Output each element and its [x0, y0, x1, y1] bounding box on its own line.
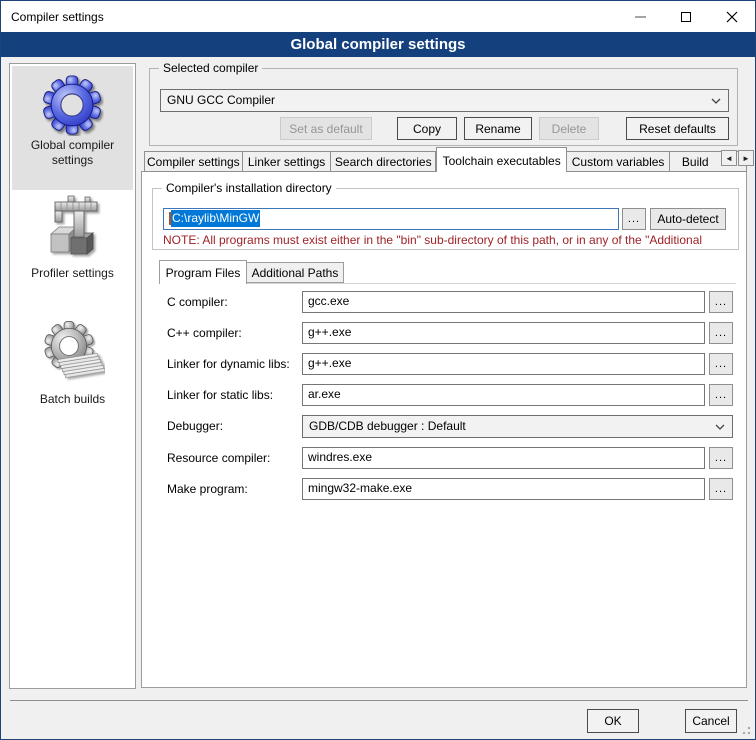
close-button[interactable]	[709, 1, 755, 32]
tab-scroll-left-icon[interactable]: ◄	[721, 150, 737, 166]
footer-divider	[10, 700, 748, 701]
copy-button[interactable]: Copy	[397, 117, 457, 140]
settings-tabstrip: Compiler settings Linker settings Search…	[144, 146, 747, 172]
cpp-compiler-browse-button[interactable]: ...	[709, 322, 733, 344]
compiler-combobox-value: GNU GCC Compiler	[167, 93, 275, 107]
c-compiler-label: C compiler:	[167, 295, 228, 309]
blue-gear-icon	[42, 74, 104, 136]
set-as-default-button[interactable]: Set as default	[280, 117, 372, 140]
sidebar-item-global-compiler-settings[interactable]: Global compiler settings	[12, 66, 133, 190]
make-program-label: Make program:	[167, 482, 248, 496]
tab-scroll-buttons: ◄ ►	[720, 150, 754, 166]
make-program-browse-button[interactable]: ...	[709, 478, 733, 500]
linker-static-input[interactable]: ar.exe	[302, 384, 705, 406]
sidebar-item-profiler-settings[interactable]: Profiler settings	[12, 192, 133, 292]
dialog-header: Global compiler settings	[1, 32, 755, 57]
minimize-button[interactable]	[617, 1, 663, 32]
selected-compiler-legend: Selected compiler	[159, 61, 262, 75]
sidebar-item-label: Batch builds	[12, 392, 133, 407]
resource-compiler-browse-button[interactable]: ...	[709, 447, 733, 469]
resource-compiler-label: Resource compiler:	[167, 451, 270, 465]
gray-gear-papers-icon	[41, 318, 105, 392]
toolchain-executables-panel: Compiler's installation directory C:\ray…	[141, 171, 747, 688]
program-files-tabstrip: Program Files Additional Paths	[159, 260, 736, 284]
maximize-icon	[681, 12, 691, 22]
installation-directory-group: Compiler's installation directory C:\ray…	[152, 188, 739, 250]
window-controls	[617, 1, 755, 32]
reset-defaults-button[interactable]: Reset defaults	[626, 117, 729, 140]
linker-dynamic-input[interactable]: g++.exe	[302, 353, 705, 375]
installation-directory-browse-button[interactable]: ...	[622, 208, 646, 230]
sidebar-item-batch-builds[interactable]: Batch builds	[12, 316, 133, 418]
installation-directory-input[interactable]: C:\raylib\MinGW	[163, 208, 619, 230]
cpp-compiler-input[interactable]: g++.exe	[302, 322, 705, 344]
tab-scroll-right-icon[interactable]: ►	[738, 150, 754, 166]
titlebar: Compiler settings	[1, 1, 755, 32]
sidebar-item-label: Global compiler settings	[12, 138, 133, 168]
settings-sidebar: Global compiler settings	[9, 63, 136, 689]
compiler-settings-window: Compiler settings Global compiler settin…	[0, 0, 756, 740]
tab-linker-settings[interactable]: Linker settings	[243, 151, 332, 172]
cancel-button[interactable]: Cancel	[685, 709, 737, 733]
linker-dynamic-browse-button[interactable]: ...	[709, 353, 733, 375]
tab-compiler-settings[interactable]: Compiler settings	[144, 151, 243, 172]
c-compiler-browse-button[interactable]: ...	[709, 291, 733, 313]
auto-detect-button[interactable]: Auto-detect	[650, 208, 726, 230]
resource-compiler-input[interactable]: windres.exe	[302, 447, 705, 469]
minimize-icon	[635, 16, 646, 18]
debugger-combobox[interactable]: GDB/CDB debugger : Default	[302, 415, 733, 438]
window-title: Compiler settings	[1, 10, 617, 24]
tab-toolchain-executables[interactable]: Toolchain executables	[436, 147, 567, 172]
installation-directory-legend: Compiler's installation directory	[162, 181, 336, 195]
make-program-input[interactable]: mingw32-make.exe	[302, 478, 705, 500]
chevron-down-icon	[711, 98, 721, 104]
debugger-label: Debugger:	[167, 419, 223, 433]
rename-button[interactable]: Rename	[464, 117, 532, 140]
tab-custom-variables[interactable]: Custom variables	[567, 151, 670, 172]
tab-program-files[interactable]: Program Files	[159, 260, 247, 284]
chevron-down-icon	[715, 424, 725, 430]
debugger-combobox-value: GDB/CDB debugger : Default	[309, 419, 466, 433]
compiler-combobox[interactable]: GNU GCC Compiler	[160, 89, 729, 112]
cpp-compiler-label: C++ compiler:	[167, 326, 242, 340]
linker-dynamic-label: Linker for dynamic libs:	[167, 357, 290, 371]
selected-compiler-group: Selected compiler GNU GCC Compiler Set a…	[149, 68, 738, 146]
linker-static-label: Linker for static libs:	[167, 388, 273, 402]
installation-directory-value: C:\raylib\MinGW	[171, 210, 260, 227]
tab-additional-paths[interactable]: Additional Paths	[247, 262, 344, 283]
maximize-button[interactable]	[663, 1, 709, 32]
sidebar-item-label: Profiler settings	[12, 266, 133, 281]
ok-button[interactable]: OK	[587, 709, 639, 733]
linker-static-browse-button[interactable]: ...	[709, 384, 733, 406]
c-compiler-input[interactable]: gcc.exe	[302, 291, 705, 313]
resize-grip[interactable]	[741, 725, 751, 735]
delete-button[interactable]: Delete	[539, 117, 599, 140]
tab-search-directories[interactable]: Search directories	[331, 151, 436, 172]
installation-note: NOTE: All programs must exist either in …	[163, 233, 733, 247]
caliper-icon	[41, 194, 105, 266]
close-icon	[726, 11, 738, 23]
